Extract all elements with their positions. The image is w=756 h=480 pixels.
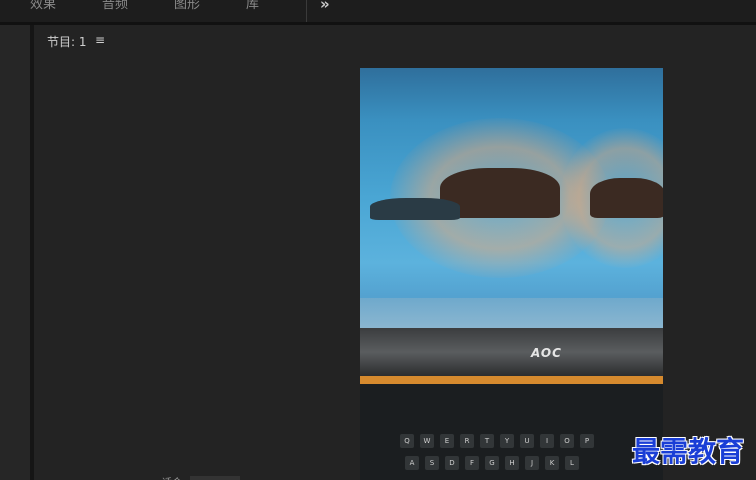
key-e: E — [440, 434, 454, 448]
key-w: W — [420, 434, 434, 448]
preview-screen-bottom — [360, 298, 663, 328]
left-panel — [0, 25, 30, 480]
fit-zoom-label[interactable]: 适合 — [162, 474, 182, 480]
program-preview-frame: AOC Q W E R T Y U I O P A S D F G H J K … — [360, 68, 663, 480]
key-k: K — [545, 456, 559, 470]
rock-image — [370, 198, 460, 220]
keyboard-image: Q W E R T Y U I O P A S D F G H J K L — [360, 384, 663, 480]
tab-audio[interactable]: 音频 — [102, 0, 128, 12]
key-r: R — [460, 434, 474, 448]
key-i: I — [540, 434, 554, 448]
rock-image — [590, 178, 663, 218]
more-panels-icon[interactable]: » — [320, 0, 330, 13]
key-p: P — [580, 434, 594, 448]
tab-libraries[interactable]: 库 — [246, 0, 259, 12]
key-q: Q — [400, 434, 414, 448]
tab-divider — [306, 0, 307, 22]
tab-effects[interactable]: 效果 — [30, 0, 56, 12]
key-h: H — [505, 456, 519, 470]
key-o: O — [560, 434, 574, 448]
watermark: 最需教育 — [632, 435, 745, 468]
key-l: L — [565, 456, 579, 470]
key-f: F — [465, 456, 479, 470]
panel-title[interactable]: 节目: 1 — [47, 33, 87, 50]
monitor-logo: AOC — [531, 346, 562, 360]
tab-graphics[interactable]: 图形 — [174, 0, 200, 12]
key-d: D — [445, 456, 459, 470]
key-y: Y — [500, 434, 514, 448]
key-g: G — [485, 456, 499, 470]
panel-tab-bar: 效果 音频 图形 库 » — [0, 0, 756, 22]
zoom-dropdown[interactable] — [190, 476, 240, 480]
key-s: S — [425, 456, 439, 470]
panel-menu-icon[interactable]: ≡ — [95, 33, 105, 47]
key-t: T — [480, 434, 494, 448]
monitor-bezel — [360, 328, 663, 376]
key-u: U — [520, 434, 534, 448]
key-a: A — [405, 456, 419, 470]
key-j: J — [525, 456, 539, 470]
bezel-strip — [360, 376, 663, 384]
app-window: 效果 音频 图形 库 » 节目: 1 ≡ AOC Q W E R T Y U I — [0, 0, 756, 480]
